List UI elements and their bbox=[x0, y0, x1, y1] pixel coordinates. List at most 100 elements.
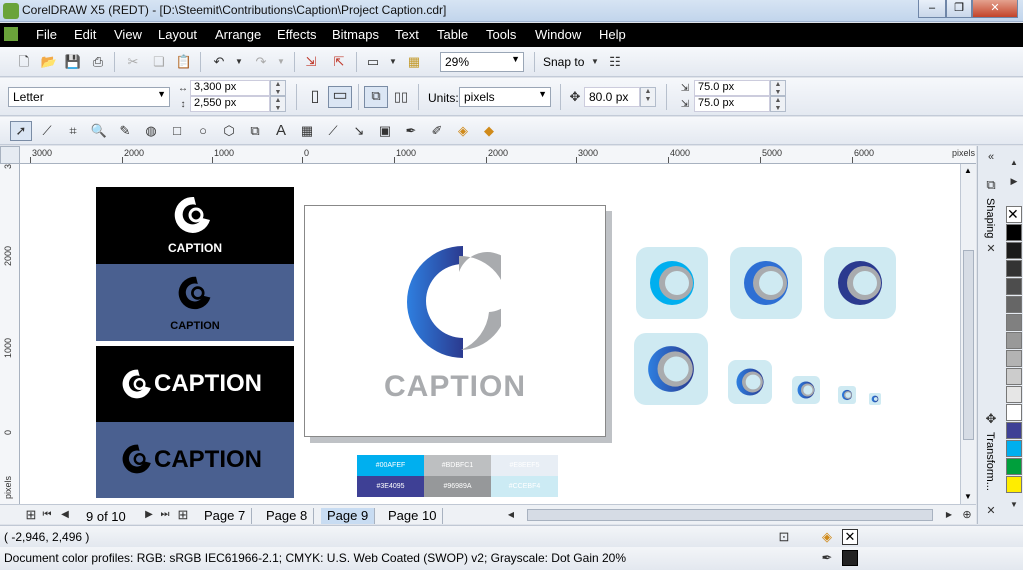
swatch-20-black[interactable] bbox=[1006, 368, 1022, 385]
swatch-black[interactable] bbox=[1006, 224, 1022, 241]
docker-tab-shaping[interactable]: Shaping bbox=[984, 198, 996, 238]
app-icon-medium[interactable] bbox=[730, 247, 802, 319]
horizontal-ruler[interactable]: 3000 2000 1000 0 1000 2000 3000 4000 5000 6000 pix… bbox=[20, 146, 976, 164]
tab-page-9[interactable]: Page 9 bbox=[321, 508, 376, 524]
document-icon[interactable] bbox=[4, 27, 18, 41]
application-launcher-icon[interactable]: ▭ bbox=[364, 53, 382, 71]
menu-window[interactable]: Window bbox=[535, 27, 581, 42]
outline-color-indicator[interactable] bbox=[842, 550, 858, 566]
fill-tool-icon[interactable]: ◈ bbox=[454, 122, 472, 140]
app-icon-gradient-small[interactable] bbox=[792, 376, 820, 404]
page-width-input[interactable]: 3,300 px bbox=[190, 80, 270, 96]
scroll-down-icon[interactable]: ▼ bbox=[964, 492, 972, 501]
app-icon-gradient-medium[interactable] bbox=[728, 360, 772, 404]
vertical-scrollbar[interactable]: ▲ ▼ bbox=[960, 164, 976, 504]
app-icon-gradient-xsmall[interactable] bbox=[838, 386, 856, 404]
last-page-icon[interactable]: ⏭ bbox=[156, 506, 174, 524]
drawing-canvas[interactable]: CAPTION CAPTION CAPTION CAPTION CAPTION … bbox=[20, 164, 976, 504]
menu-arrange[interactable]: Arrange bbox=[215, 27, 261, 42]
new-document-icon[interactable]: 🗋 bbox=[15, 53, 33, 71]
swatch-cyan[interactable] bbox=[1006, 440, 1022, 457]
swatch-80-black[interactable] bbox=[1006, 260, 1022, 277]
ellipse-tool-icon[interactable]: ○ bbox=[194, 122, 212, 140]
tab-page-10[interactable]: Page 10 bbox=[382, 508, 444, 524]
width-spinner[interactable]: ▲ ▼ bbox=[270, 80, 286, 96]
menu-text[interactable]: Text bbox=[395, 27, 419, 42]
collapse-docker-icon[interactable]: « bbox=[982, 148, 1000, 166]
blend-tool-icon[interactable]: ▣ bbox=[376, 122, 394, 140]
welcome-screen-icon[interactable]: ▦ bbox=[405, 53, 423, 71]
dimension-tool-icon[interactable]: ⟋ bbox=[324, 122, 342, 140]
portrait-icon[interactable]: ▯ bbox=[306, 88, 324, 106]
restore-button[interactable]: ❐ bbox=[946, 0, 972, 18]
paste-icon[interactable]: 📋 bbox=[175, 53, 193, 71]
swatch-30-black[interactable] bbox=[1006, 350, 1022, 367]
vertical-scroll-thumb[interactable] bbox=[963, 250, 974, 440]
swatch-navy[interactable] bbox=[1006, 422, 1022, 439]
menu-view[interactable]: View bbox=[114, 27, 142, 42]
shape-tool-icon[interactable]: ⟋ bbox=[38, 122, 56, 140]
close-transform-icon[interactable]: ✕ bbox=[982, 502, 1000, 520]
duplicate-x-spinner[interactable]: ▲ ▼ bbox=[770, 80, 786, 96]
app-icon-light[interactable] bbox=[636, 247, 708, 319]
color-profiles-text[interactable]: Document color profiles: RGB: sRGB IEC61… bbox=[4, 551, 626, 565]
redo-icon[interactable]: ↷ bbox=[252, 53, 270, 71]
previous-page-icon[interactable]: ◀ bbox=[56, 506, 74, 524]
eyedropper-tool-icon[interactable]: ✒ bbox=[402, 122, 420, 140]
copy-icon[interactable]: ❏ bbox=[150, 53, 168, 71]
outline-tool-icon[interactable]: ✐ bbox=[428, 122, 446, 140]
cut-icon[interactable]: ✂ bbox=[124, 53, 142, 71]
scroll-left-icon[interactable]: ◀ bbox=[502, 506, 520, 524]
swatch-90-black[interactable] bbox=[1006, 242, 1022, 259]
snap-to-menu[interactable]: Snap to bbox=[543, 55, 584, 69]
logo-variant-slate[interactable]: CAPTION bbox=[96, 264, 294, 341]
menu-table[interactable]: Table bbox=[437, 27, 468, 42]
swatch-white[interactable] bbox=[1006, 404, 1022, 421]
palette-scroll-down-icon[interactable]: ▼ bbox=[1005, 496, 1023, 514]
menu-tools[interactable]: Tools bbox=[486, 27, 516, 42]
app-icon-gradient-tiny[interactable] bbox=[869, 393, 881, 405]
current-page-icon[interactable]: ▯▯ bbox=[392, 88, 410, 106]
duplicate-y-input[interactable]: 75.0 px bbox=[694, 96, 770, 112]
outline-pen-icon[interactable]: ✒ bbox=[818, 549, 836, 567]
horizontal-scroll-thumb[interactable] bbox=[527, 509, 933, 521]
menu-effects[interactable]: Effects bbox=[277, 27, 317, 42]
palette-scroll-up-icon[interactable]: ▲ bbox=[1005, 154, 1023, 172]
table-tool-icon[interactable]: ▦ bbox=[298, 122, 316, 140]
basic-shapes-tool-icon[interactable]: ⧉ bbox=[246, 122, 264, 140]
minimize-button[interactable]: – bbox=[918, 0, 946, 18]
options-icon[interactable]: ☷ bbox=[606, 53, 624, 71]
zoom-fit-icon[interactable]: ⊕ bbox=[958, 506, 976, 524]
units-select[interactable]: pixels ▼ bbox=[459, 87, 551, 107]
open-icon[interactable]: 📂 bbox=[40, 53, 58, 71]
zoom-level-select[interactable]: 29% ▼ bbox=[440, 52, 524, 72]
no-fill-swatch[interactable]: ✕ bbox=[1006, 206, 1022, 223]
palette-swatch-1[interactable]: #00AFEF bbox=[357, 455, 424, 476]
swatch-70-black[interactable] bbox=[1006, 278, 1022, 295]
palette-swatch-6[interactable]: #CCEBF4 bbox=[491, 476, 558, 497]
swatch-10-black[interactable] bbox=[1006, 386, 1022, 403]
docker-tab-transform[interactable]: Transform... bbox=[984, 432, 996, 491]
ruler-origin[interactable] bbox=[0, 146, 20, 164]
all-pages-icon[interactable]: ⧉ bbox=[364, 86, 388, 108]
paper-size-select[interactable]: Letter ▼ bbox=[8, 87, 170, 107]
palette-swatch-2[interactable]: #BDBFC1 bbox=[424, 455, 491, 476]
export-icon[interactable]: ⇱ bbox=[330, 53, 348, 71]
duplicate-y-spinner[interactable]: ▲ ▼ bbox=[770, 96, 786, 112]
menu-edit[interactable]: Edit bbox=[74, 27, 96, 42]
text-tool-icon[interactable]: A bbox=[272, 122, 290, 140]
nudge-spinner[interactable]: ▲ ▼ bbox=[640, 87, 656, 107]
logo-horizontal-slate[interactable]: CAPTION bbox=[96, 422, 294, 498]
logo-horizontal-black[interactable]: CAPTION bbox=[96, 346, 294, 422]
freehand-tool-icon[interactable]: ✎ bbox=[116, 122, 134, 140]
fill-indicator-icon[interactable]: ◈ bbox=[818, 528, 836, 546]
pick-tool-icon[interactable]: ➚ bbox=[10, 121, 32, 141]
swatch-40-black[interactable] bbox=[1006, 332, 1022, 349]
snap-dropdown-icon[interactable]: ▼ bbox=[586, 53, 604, 71]
page-height-input[interactable]: 2,550 px bbox=[190, 96, 270, 112]
tab-page-7[interactable]: Page 7 bbox=[198, 508, 253, 524]
tab-page-8[interactable]: Page 8 bbox=[260, 508, 315, 524]
rectangle-tool-icon[interactable]: □ bbox=[168, 122, 186, 140]
connector-tool-icon[interactable]: ↘ bbox=[350, 122, 368, 140]
swatch-60-black[interactable] bbox=[1006, 296, 1022, 313]
